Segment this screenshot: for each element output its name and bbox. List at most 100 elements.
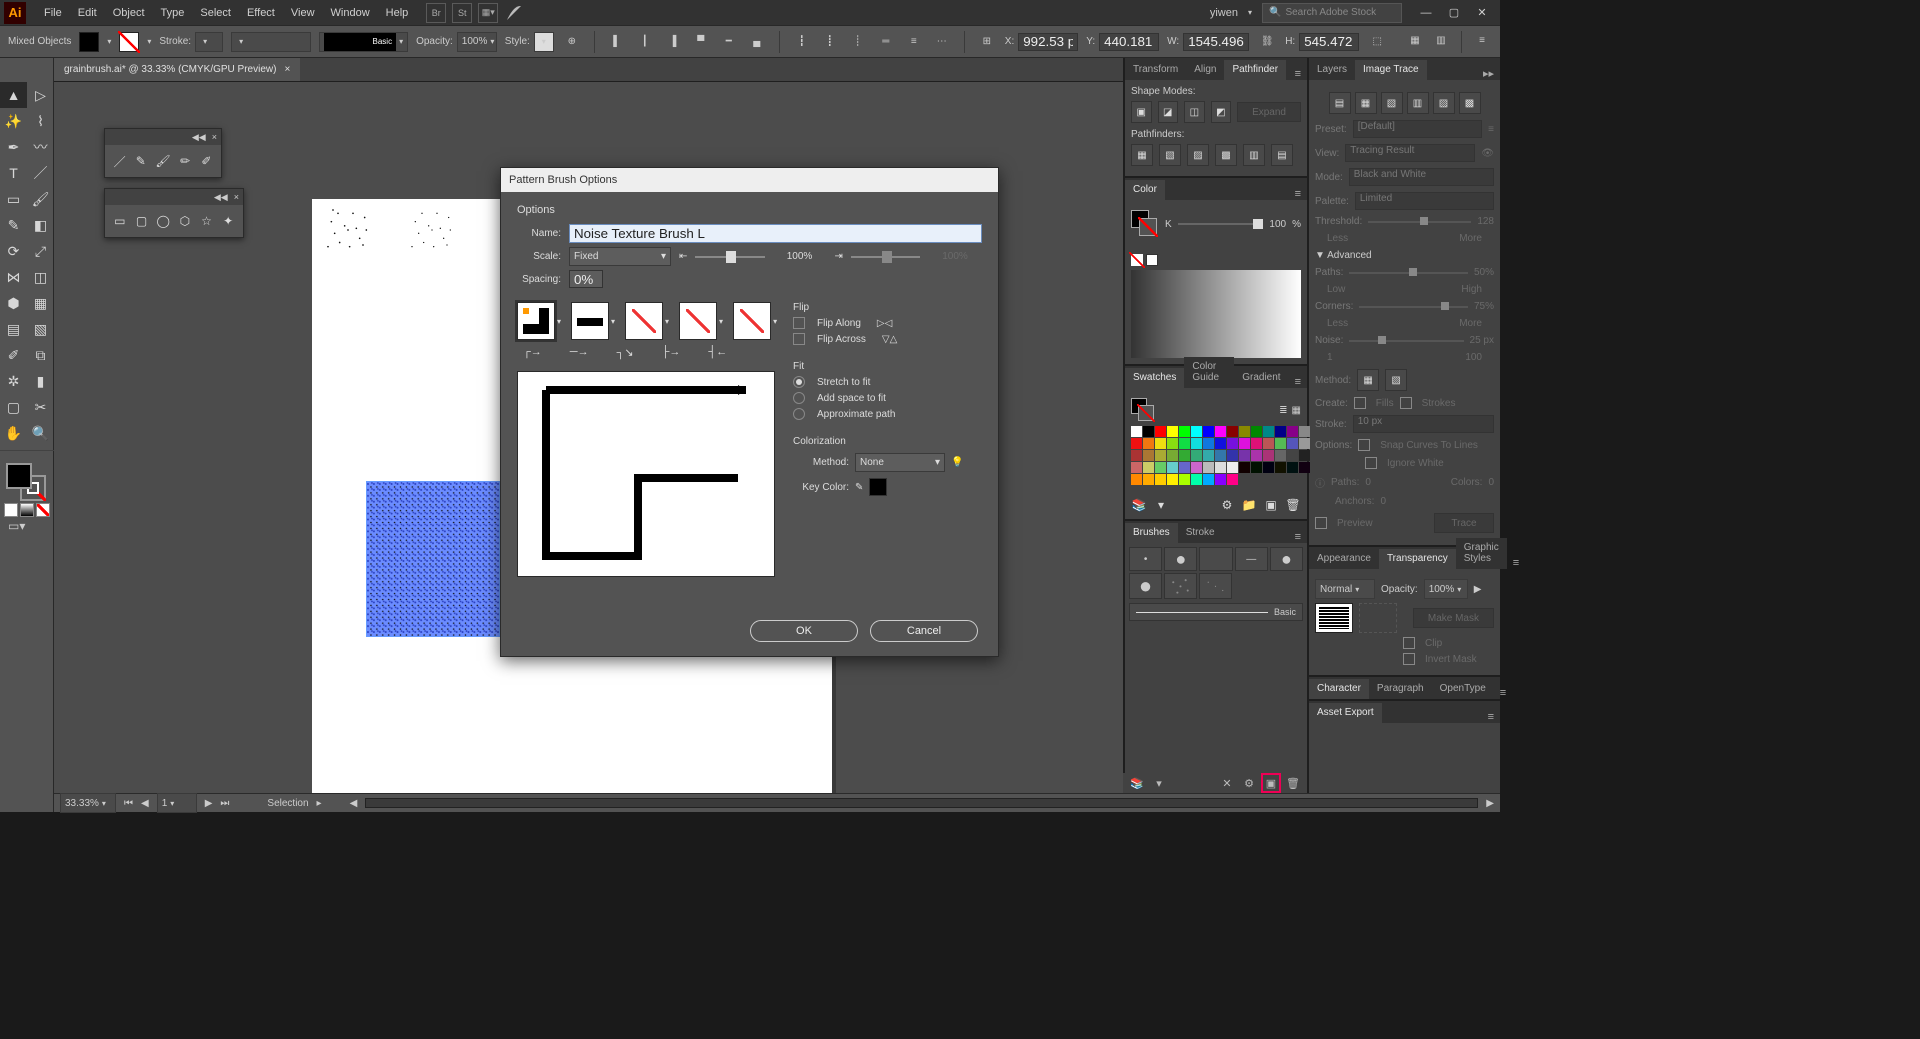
- swatch[interactable]: [1239, 426, 1250, 437]
- swatch[interactable]: [1239, 438, 1250, 449]
- close-tab-icon[interactable]: ×: [284, 64, 290, 75]
- swatch[interactable]: [1215, 474, 1226, 485]
- shape-star-icon[interactable]: ☆: [200, 213, 214, 229]
- magic-wand-tool[interactable]: ✨: [0, 108, 27, 134]
- eraser-tool[interactable]: ◧: [27, 212, 54, 238]
- tab-image-trace[interactable]: Image Trace: [1355, 60, 1427, 80]
- scale-mode-select[interactable]: Fixed▾: [569, 247, 671, 266]
- link-wh-icon[interactable]: ⛓: [1257, 32, 1277, 52]
- artboard-select[interactable]: 1: [157, 793, 197, 813]
- direct-selection-tool[interactable]: ▷: [27, 82, 54, 108]
- artboard-nav-first-icon[interactable]: ⏮: [124, 798, 133, 809]
- screen-mode[interactable]: ▭▾: [0, 519, 54, 533]
- swatch[interactable]: [1131, 438, 1142, 449]
- delete-brush-icon[interactable]: 🗑: [1285, 775, 1301, 791]
- swatch[interactable]: [1191, 438, 1202, 449]
- list-view-icon[interactable]: ≣: [1279, 405, 1287, 416]
- swatch[interactable]: [1263, 426, 1274, 437]
- swatch[interactable]: [1155, 426, 1166, 437]
- swatch[interactable]: [1251, 438, 1262, 449]
- brush-basic-row[interactable]: Basic: [1129, 603, 1303, 621]
- swatch[interactable]: [1143, 438, 1154, 449]
- tab-brushes[interactable]: Brushes: [1125, 523, 1178, 543]
- swatch[interactable]: [1179, 462, 1190, 473]
- expand-icon[interactable]: ▶: [1474, 584, 1482, 595]
- swatch[interactable]: [1263, 438, 1274, 449]
- fit-add-radio[interactable]: [793, 392, 805, 404]
- free-transform-tool[interactable]: ◫: [27, 264, 54, 290]
- remove-brush-icon[interactable]: ✕: [1219, 775, 1235, 791]
- align-hcenter-icon[interactable]: ┃: [635, 32, 655, 52]
- flip-along-check[interactable]: [793, 317, 805, 329]
- swatch[interactable]: [1299, 462, 1310, 473]
- make-mask-button[interactable]: Make Mask: [1413, 608, 1494, 628]
- swatch[interactable]: [1203, 474, 1214, 485]
- tab-color[interactable]: Color: [1125, 180, 1165, 200]
- gradient-tool[interactable]: ▧: [27, 316, 54, 342]
- transform-ref-icon[interactable]: ⊞: [977, 32, 997, 52]
- brush-slot-5[interactable]: ●: [1270, 547, 1303, 571]
- transform-each-icon[interactable]: ▦: [1405, 31, 1425, 51]
- collapse-icon[interactable]: ◀◀: [214, 192, 228, 203]
- w-input[interactable]: [1183, 33, 1249, 51]
- swatch[interactable]: [1203, 438, 1214, 449]
- swatch[interactable]: [1155, 438, 1166, 449]
- swatch[interactable]: [1299, 450, 1310, 461]
- ok-button[interactable]: OK: [750, 620, 858, 642]
- brush-tip-3-icon[interactable]: 🖌: [155, 153, 170, 169]
- new-group-icon[interactable]: 📁: [1241, 497, 1257, 513]
- eyedropper-tool[interactable]: ✐: [0, 342, 27, 368]
- x-input[interactable]: [1018, 33, 1078, 51]
- tile-drop-3[interactable]: ▾: [665, 317, 669, 326]
- brush-lib-icon[interactable]: 📚: [1129, 775, 1145, 791]
- swatch[interactable]: [1131, 426, 1142, 437]
- align-bottom-icon[interactable]: ▄: [747, 32, 767, 52]
- mask-preview[interactable]: [1315, 603, 1353, 633]
- swatch[interactable]: [1275, 462, 1286, 473]
- swatch[interactable]: [1227, 462, 1238, 473]
- arrange-icon[interactable]: ▦▾: [478, 3, 498, 23]
- selection-tool[interactable]: ▲: [0, 82, 27, 108]
- swatch[interactable]: [1179, 450, 1190, 461]
- document-setup-icon[interactable]: ⊕: [562, 32, 582, 52]
- shape-roundrect-icon[interactable]: ▢: [135, 213, 149, 229]
- tile-drop-1[interactable]: ▾: [557, 317, 561, 326]
- distribute-v3-icon[interactable]: ⋯: [932, 32, 952, 52]
- advanced-toggle[interactable]: ▼ Advanced: [1315, 250, 1372, 261]
- scroll-right-icon[interactable]: ▶: [1486, 798, 1494, 809]
- swatch[interactable]: [1263, 462, 1274, 473]
- menu-help[interactable]: Help: [378, 3, 417, 23]
- fill-swatch[interactable]: [79, 32, 99, 52]
- swatch[interactable]: [1299, 438, 1310, 449]
- blend-tool[interactable]: ⧉: [27, 342, 54, 368]
- swatch[interactable]: [1239, 450, 1250, 461]
- shaper-tool[interactable]: ✎: [0, 212, 27, 238]
- swatch[interactable]: [1155, 462, 1166, 473]
- tile-outer-corner[interactable]: [517, 302, 555, 340]
- brush-options-icon[interactable]: ⚙: [1241, 775, 1257, 791]
- tile-side[interactable]: [571, 302, 609, 340]
- swatch[interactable]: [1155, 474, 1166, 485]
- swatch[interactable]: [1155, 450, 1166, 461]
- tab-transform[interactable]: Transform: [1125, 60, 1186, 80]
- crop-icon[interactable]: ▩: [1215, 144, 1237, 166]
- swatch[interactable]: [1251, 450, 1262, 461]
- swatch[interactable]: [1251, 426, 1262, 437]
- tab-layers[interactable]: Layers: [1309, 60, 1355, 80]
- fill-stroke-swatches[interactable]: [0, 461, 54, 501]
- swatch[interactable]: [1227, 438, 1238, 449]
- swatch[interactable]: [1191, 474, 1202, 485]
- paintbrush-tool[interactable]: 🖌: [27, 186, 54, 212]
- tab-appearance[interactable]: Appearance: [1309, 549, 1379, 569]
- stock-icon[interactable]: St: [452, 3, 472, 23]
- swatch[interactable]: [1215, 462, 1226, 473]
- swatch[interactable]: [1203, 462, 1214, 473]
- menu-window[interactable]: Window: [323, 3, 378, 23]
- h-input[interactable]: [1299, 33, 1359, 51]
- intersect-icon[interactable]: ◫: [1184, 101, 1205, 123]
- eyedropper-icon[interactable]: ✎: [855, 482, 863, 493]
- rectangle-tool[interactable]: ▭: [0, 186, 27, 212]
- swatch[interactable]: [1287, 426, 1298, 437]
- swatch[interactable]: [1191, 426, 1202, 437]
- isolate-icon[interactable]: ▥: [1431, 31, 1451, 51]
